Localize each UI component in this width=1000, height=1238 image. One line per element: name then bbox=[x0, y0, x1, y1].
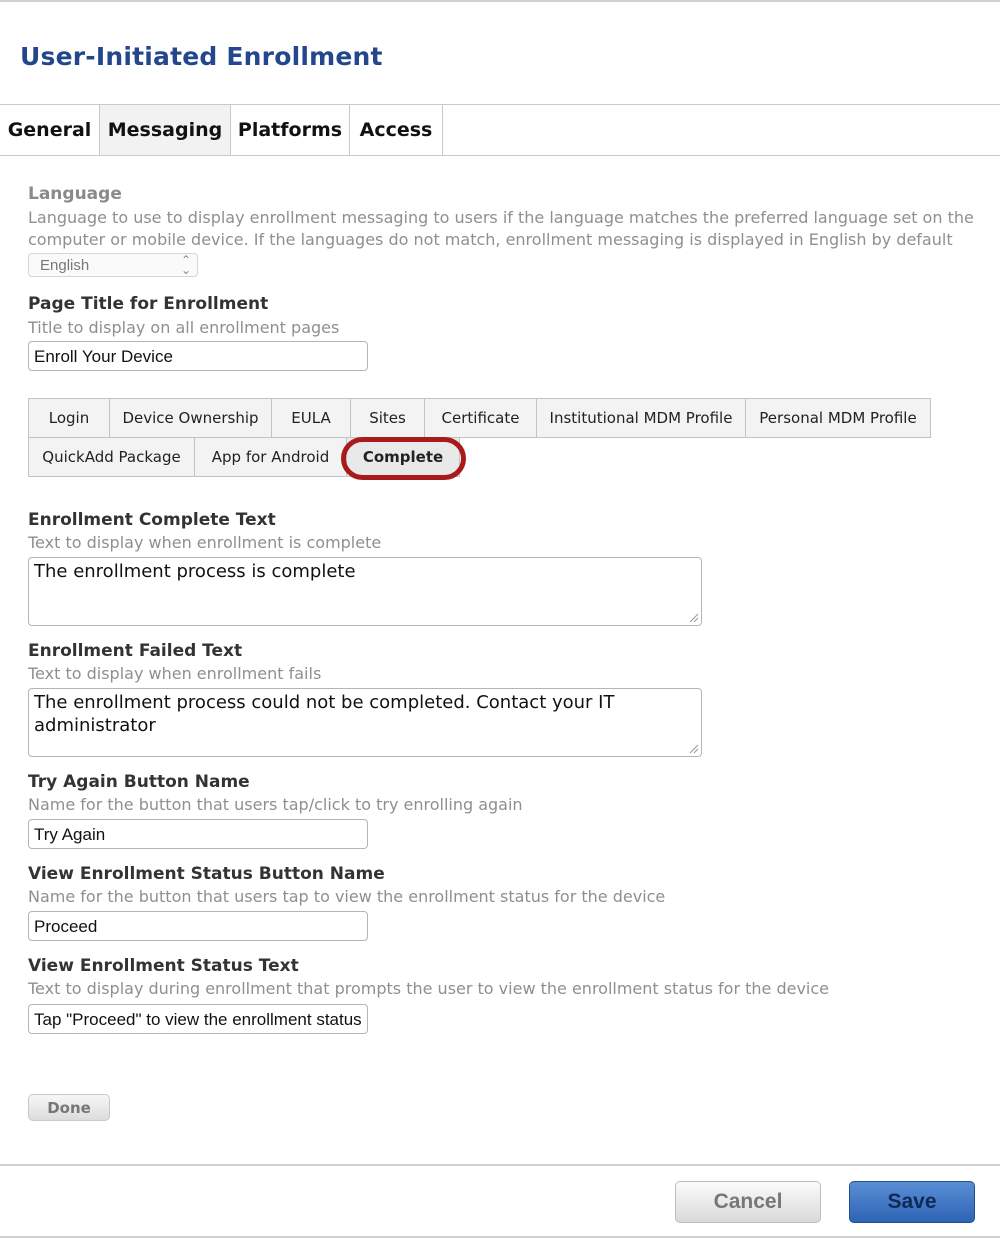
chevron-updown-icon: ⌃ ⌄ bbox=[180, 253, 191, 277]
language-select[interactable]: English ⌃ ⌄ bbox=[28, 253, 198, 277]
subtab-login[interactable]: Login bbox=[28, 398, 110, 438]
try-again-description: Name for the button that users tap/click… bbox=[28, 795, 523, 814]
failed-text-description: Text to display when enrollment fails bbox=[28, 664, 322, 683]
subtab-quickadd-package[interactable]: QuickAdd Package bbox=[28, 437, 195, 477]
cancel-button[interactable]: Cancel bbox=[675, 1181, 821, 1223]
complete-text-textarea[interactable]: The enrollment process is complete bbox=[28, 557, 702, 626]
tab-general[interactable]: General bbox=[0, 105, 100, 155]
view-status-text-description: Text to display during enrollment that p… bbox=[28, 979, 830, 998]
done-button[interactable]: Done bbox=[28, 1094, 110, 1121]
complete-text-label: Enrollment Complete Text bbox=[28, 510, 276, 530]
subtab-certificate[interactable]: Certificate bbox=[424, 398, 537, 438]
complete-text-description: Text to display when enrollment is compl… bbox=[28, 533, 382, 552]
footer-divider bbox=[0, 1164, 1000, 1166]
language-label: Language bbox=[28, 184, 122, 204]
top-divider bbox=[0, 0, 1000, 2]
subtab-device-ownership[interactable]: Device Ownership bbox=[109, 398, 272, 438]
tab-access[interactable]: Access bbox=[350, 105, 443, 155]
try-again-input[interactable]: Try Again bbox=[28, 819, 368, 849]
tab-messaging[interactable]: Messaging bbox=[100, 105, 231, 155]
complete-text-value: The enrollment process is complete bbox=[34, 561, 356, 582]
resize-grip-icon[interactable] bbox=[687, 611, 699, 623]
view-status-text-input[interactable]: Tap "Proceed" to view the enrollment sta… bbox=[28, 1004, 368, 1034]
language-selected-value: English bbox=[40, 257, 90, 274]
page-title-field-description: Title to display on all enrollment pages bbox=[28, 318, 340, 337]
page-title-input[interactable]: Enroll Your Device bbox=[28, 341, 368, 371]
subtab-complete[interactable]: Complete bbox=[346, 437, 460, 477]
save-button[interactable]: Save bbox=[849, 1181, 975, 1223]
subtab-sites[interactable]: Sites bbox=[350, 398, 425, 438]
subtab-app-for-android[interactable]: App for Android bbox=[194, 437, 347, 477]
tab-platforms[interactable]: Platforms bbox=[231, 105, 350, 155]
view-status-button-input[interactable]: Proceed bbox=[28, 911, 368, 941]
failed-text-value: The enrollment process could not be comp… bbox=[34, 692, 615, 736]
view-status-button-label: View Enrollment Status Button Name bbox=[28, 864, 385, 884]
view-status-text-label: View Enrollment Status Text bbox=[28, 956, 299, 976]
page-title-field-label: Page Title for Enrollment bbox=[28, 294, 269, 314]
failed-text-textarea[interactable]: The enrollment process could not be comp… bbox=[28, 688, 702, 757]
failed-text-label: Enrollment Failed Text bbox=[28, 641, 243, 661]
try-again-label: Try Again Button Name bbox=[28, 772, 250, 792]
language-description: Language to use to display enrollment me… bbox=[28, 208, 974, 249]
resize-grip-icon[interactable] bbox=[687, 742, 699, 754]
page-title: User-Initiated Enrollment bbox=[20, 42, 383, 71]
main-tab-bar: General Messaging Platforms Access bbox=[0, 104, 1000, 156]
subtab-personal-mdm-profile[interactable]: Personal MDM Profile bbox=[745, 398, 931, 438]
view-status-button-description: Name for the button that users tap to vi… bbox=[28, 887, 666, 906]
subtab-institutional-mdm-profile[interactable]: Institutional MDM Profile bbox=[536, 398, 746, 438]
subtab-eula[interactable]: EULA bbox=[271, 398, 351, 438]
